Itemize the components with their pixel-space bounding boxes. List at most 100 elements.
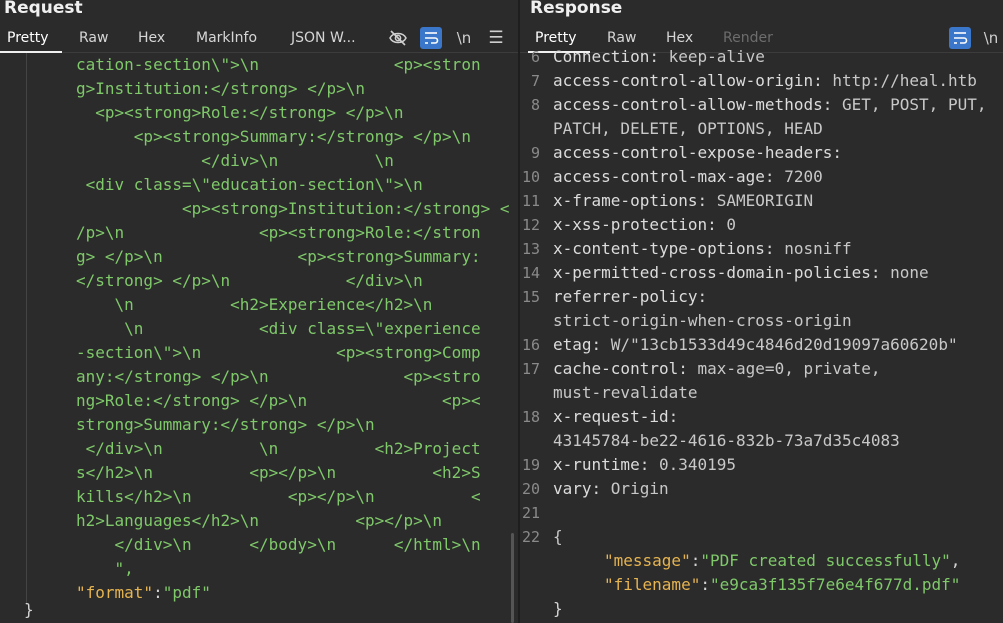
line-number: 10 xyxy=(521,168,540,186)
closing-brace: } xyxy=(24,600,34,619)
header-name: Connection xyxy=(553,47,650,66)
header-line: Connection: keep-alive xyxy=(553,45,765,69)
line-number: 17 xyxy=(521,360,540,378)
request-tabbar: Pretty Raw Hex MarkInfo JSON W... \n ☰ xyxy=(0,26,518,53)
header-value: 7200 xyxy=(784,167,823,186)
code-line: </div>\n \n xyxy=(76,151,394,170)
format-line: "format":"pdf" xyxy=(76,583,211,602)
response-title: Response xyxy=(530,0,623,18)
header-separator: : xyxy=(591,479,611,498)
header-name: x-frame-options xyxy=(553,191,698,210)
header-line: x-frame-options: SAMEORIGIN xyxy=(553,189,813,213)
header-name: access-control-expose-headers xyxy=(553,143,833,162)
code-line: <p><strong>Institution:</strong> < xyxy=(76,199,510,218)
header-value: keep-alive xyxy=(668,47,765,66)
tab-markinfo[interactable]: MarkInfo xyxy=(196,30,257,46)
tab-json-web[interactable]: JSON W... xyxy=(291,30,356,46)
line-number: 14 xyxy=(521,264,540,282)
line-number: 11 xyxy=(521,192,540,210)
code-line: </div>\n </body>\n </html>\n xyxy=(76,535,481,554)
header-separator: : xyxy=(668,407,679,426)
line-number xyxy=(520,309,540,333)
header-name: access-control-allow-methods xyxy=(553,95,823,114)
header-line: x-xss-protection: 0 xyxy=(553,213,736,237)
header-value: GET, POST, PUT, xyxy=(841,95,987,114)
header-line: access-control-allow-origin: http://heal… xyxy=(553,69,977,93)
header-line: { xyxy=(553,525,563,549)
line-number: 8 xyxy=(530,96,540,114)
tab-hex[interactable]: Hex xyxy=(666,30,693,46)
line-number: 22 xyxy=(521,528,540,546)
wrap-icon[interactable] xyxy=(420,27,442,49)
header-value: W/"13cb1533d49c4846d20d19097a60620b" xyxy=(610,335,958,354)
json-value: "e9ca3f135f7e6e4f677d.pdf" xyxy=(709,575,961,594)
newline-icon[interactable]: \n xyxy=(453,27,475,49)
line-number: 15 xyxy=(521,288,540,306)
header-separator: : xyxy=(649,47,669,66)
header-line: x-request-id: xyxy=(553,405,678,429)
code-line: g> </p>\n <p><strong>Summary: xyxy=(76,247,481,266)
code-line: ", xyxy=(76,559,134,578)
header-line: 43145784-be22-4616-832b-73a7d35c4083 xyxy=(553,429,900,453)
json-key: "filename" xyxy=(604,575,701,594)
header-name: x-permitted-cross-domain-policies xyxy=(553,263,871,282)
header-separator: : xyxy=(591,335,611,354)
menu-icon[interactable]: ☰ xyxy=(485,27,507,49)
header-name: etag xyxy=(553,335,592,354)
header-line: cache-control: max-age=0, private, xyxy=(553,357,881,381)
header-line: x-permitted-cross-domain-policies: none xyxy=(553,261,929,285)
tab-pretty[interactable]: Pretty xyxy=(535,30,577,46)
tab-pretty[interactable]: Pretty xyxy=(7,30,49,46)
tab-raw[interactable]: Raw xyxy=(607,30,636,46)
request-body: cation-section\">\n <p><stron g>Instituti… xyxy=(0,53,518,623)
header-value: 0.340195 xyxy=(658,455,737,474)
header-separator: : xyxy=(639,455,659,474)
line-number xyxy=(520,117,540,141)
header-name: access-control-max-age xyxy=(553,167,765,186)
json-value: "pdf" xyxy=(162,583,211,602)
code-line: any:</strong> </p>\n <p><stro xyxy=(76,367,481,386)
line-number xyxy=(520,429,540,453)
header-separator: : xyxy=(813,71,833,90)
header-name: vary xyxy=(553,479,592,498)
json-colon: : xyxy=(700,575,710,594)
header-value: must-revalidate xyxy=(553,383,698,402)
line-number: 18 xyxy=(521,408,540,426)
header-line: must-revalidate xyxy=(553,381,698,405)
header-line: access-control-allow-methods: GET, POST,… xyxy=(553,93,986,117)
line-number: 16 xyxy=(521,336,540,354)
header-value: strict-origin-when-cross-origin xyxy=(553,311,852,330)
tab-hex[interactable]: Hex xyxy=(138,30,165,46)
header-name: x-request-id xyxy=(553,407,669,426)
code-line: s</h2>\n <p></p>\n <h2>S xyxy=(76,463,481,482)
json-trailing: , xyxy=(950,551,961,570)
header-separator: : xyxy=(764,239,785,258)
header-line: referrer-policy: xyxy=(553,285,707,309)
tab-render[interactable]: Render xyxy=(723,30,773,46)
line-number: 19 xyxy=(521,456,540,474)
code-line: kills</h2>\n <p></p>\n < xyxy=(76,487,481,506)
header-name: referrer-policy xyxy=(553,287,698,306)
code-line: </strong> </p>\n </div>\n xyxy=(76,271,423,290)
header-line: vary: Origin xyxy=(553,477,669,501)
header-value: PATCH, DELETE, OPTIONS, HEAD xyxy=(553,119,823,138)
header-line: etag: W/"13cb1533d49c4846d20d19097a60620… xyxy=(553,333,958,357)
header-line: x-content-type-options: nosniff xyxy=(553,237,852,261)
response-body: 6 Connection: keep-alive 7 access-control-a… xyxy=(520,45,1003,623)
scrollbar-thumb[interactable] xyxy=(511,533,514,623)
header-line: PATCH, DELETE, OPTIONS, HEAD xyxy=(553,117,823,141)
header-separator: : xyxy=(832,143,842,162)
code-line: <div class=\"education-section\">\n xyxy=(76,175,423,194)
header-value: { xyxy=(553,527,563,546)
header-name: cache-control xyxy=(553,359,679,378)
code-line: <p><strong>Role:</strong> </p>\n xyxy=(76,103,404,122)
header-separator: : xyxy=(822,95,842,114)
eye-off-icon[interactable] xyxy=(387,27,409,49)
header-value: max-age=0, private, xyxy=(697,359,881,378)
response-pane: Response Pretty Raw Hex Render \n 6 Conne… xyxy=(520,0,1003,623)
tab-raw[interactable]: Raw xyxy=(79,30,108,46)
json-line: "filename":"e9ca3f135f7e6e4f677d.pdf" xyxy=(604,573,960,597)
code-line: -section\">\n <p><strong>Comp xyxy=(76,343,481,362)
code-line: </div>\n \n <h2>Project xyxy=(76,439,481,458)
code-line: \n <div class=\"experience xyxy=(76,319,481,338)
